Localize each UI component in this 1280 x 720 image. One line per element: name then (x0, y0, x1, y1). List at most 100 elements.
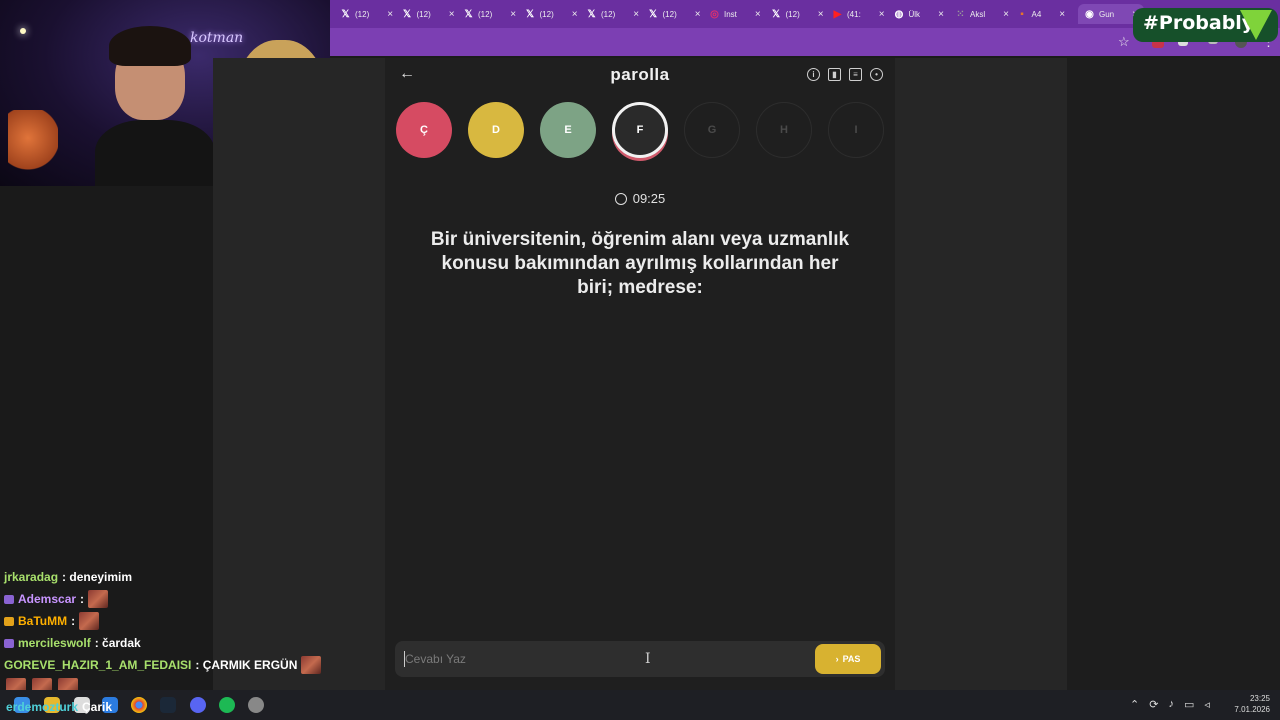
streamer (95, 20, 215, 186)
close-tab-icon[interactable]: × (633, 9, 639, 20)
browser-tab[interactable]: 𝕏 (12) × (463, 4, 516, 24)
browser-tab[interactable]: 𝕏 (12) × (525, 4, 578, 24)
settings-gear-icon[interactable] (248, 697, 264, 713)
ring-light (20, 28, 26, 34)
tab-label: (12) (662, 9, 677, 19)
chat-emote-icon (301, 656, 322, 674)
timer: 09:25 (385, 191, 895, 206)
close-tab-icon[interactable]: × (938, 9, 944, 20)
browser-tab[interactable]: ▪ A4 × (1017, 4, 1065, 24)
browser-tab[interactable]: 𝕏 (12) × (402, 4, 455, 24)
letter-pending: G (684, 102, 740, 158)
brand-text: #Probably (1143, 12, 1255, 34)
chat-username[interactable]: jrkaradag (4, 570, 58, 584)
browser-tab[interactable]: 𝕏 (12) × (586, 4, 639, 24)
sync-icon[interactable]: ⟳ (1149, 698, 1158, 711)
letter-pending: I (828, 102, 884, 158)
chat-badge-icon (4, 638, 14, 648)
tab-label: Gun (1099, 9, 1115, 19)
chat-username[interactable]: mercileswolf (18, 636, 91, 650)
x-logo-icon: 𝕏 (341, 8, 350, 20)
letter-current: F (612, 102, 668, 158)
microphone-icon[interactable]: ♪ (1168, 698, 1174, 711)
letter-pending: H (756, 102, 812, 158)
browser-tab[interactable]: ⁙ Aksl × (955, 4, 1009, 24)
close-tab-icon[interactable]: × (1003, 9, 1009, 20)
chat-message: jrkaradag : deneyimim (4, 566, 324, 588)
steam-icon[interactable] (160, 697, 176, 713)
game-header: ← parolla i ▮ ≡ • (385, 58, 895, 92)
close-tab-icon[interactable]: × (818, 9, 824, 20)
chat-badge-icon (4, 594, 14, 604)
clock-time: 23:25 (1249, 694, 1270, 703)
instagram-icon: ◎ (710, 8, 719, 20)
chat-emote-icon (79, 612, 100, 630)
page-margin-left-inner (330, 58, 385, 690)
x-logo-icon: 𝕏 (648, 8, 658, 20)
chat-message: BaTuMM: (4, 610, 324, 632)
chevron-up-icon[interactable]: ⌃ (1130, 698, 1139, 711)
spotify-icon[interactable] (219, 697, 235, 713)
chat-text: : čardak (94, 636, 141, 650)
volume-icon[interactable]: ◃ (1204, 698, 1210, 711)
answer-input[interactable] (405, 649, 805, 669)
clock[interactable]: 23:25 7.01.2026 (1234, 693, 1270, 715)
bookmark-star-icon[interactable]: ☆ (1118, 34, 1130, 50)
x-logo-icon: 𝕏 (525, 8, 535, 20)
info-icon[interactable]: i (807, 68, 820, 81)
question-text: Bir üniversitenin, öğrenim alanı veya uz… (430, 229, 850, 298)
chat-username[interactable]: Ademscar (18, 592, 76, 606)
right-background (1067, 58, 1280, 690)
browser-tab[interactable]: ◍ Ülk × (894, 4, 944, 24)
tab-label: A4 (1031, 9, 1042, 19)
profile-icon[interactable]: • (870, 68, 883, 81)
letter-correct: E (540, 102, 596, 158)
header-icons: i ▮ ≡ • (807, 68, 883, 81)
plush-toy (8, 110, 58, 180)
browser-tab[interactable]: ◎ Inst × (709, 4, 761, 24)
close-tab-icon[interactable]: × (1059, 9, 1065, 20)
browser-tab[interactable]: 𝕏 (12) × (340, 4, 393, 24)
timer-value: 09:25 (632, 191, 666, 206)
chat-text: : deneyimim (62, 570, 133, 584)
pass-label: PAS (842, 654, 861, 664)
stream-chat: jrkaradag : deneyimim Ademscar: BaTuMM: merc… (4, 566, 324, 698)
x-logo-icon: 𝕏 (771, 8, 781, 20)
taskbar: ⌃ ⟳ ♪ ▭ ◃ 23:25 7.01.2026 (0, 690, 1280, 720)
pass-button[interactable]: › PAS (815, 644, 881, 674)
close-tab-icon[interactable]: × (695, 9, 701, 20)
chrome-icon[interactable] (131, 697, 147, 713)
x-logo-icon: 𝕏 (587, 8, 596, 20)
close-tab-icon[interactable]: × (572, 9, 578, 20)
overlay-message: Çarik (82, 700, 113, 714)
brand-overlay: #Probably (1133, 8, 1278, 42)
clock-date: 7.01.2026 (1234, 705, 1270, 714)
letter-wrong: Ç (396, 102, 452, 158)
chat-text: : (80, 592, 85, 606)
discord-icon[interactable] (190, 697, 206, 713)
browser-tab[interactable]: ▶ (41: × (832, 4, 885, 24)
browser-tab[interactable]: 𝕏 (12) × (771, 4, 824, 24)
close-tab-icon[interactable]: × (387, 9, 393, 20)
stats-icon[interactable]: ▮ (828, 68, 841, 81)
tab-label: (12) (478, 9, 493, 19)
mouse-ibeam-cursor: I (645, 651, 651, 667)
answer-bar: I › PAS (395, 641, 885, 677)
display-icon[interactable]: ▭ (1184, 698, 1194, 711)
chat-username[interactable]: BaTuMM (18, 614, 67, 628)
chat-icon[interactable]: ≡ (849, 68, 862, 81)
parolla-game: ← parolla i ▮ ≡ • ÇDEFGHI 09:25 Bir üniv… (385, 58, 895, 690)
tab-label: (41: (847, 9, 861, 19)
overlay-username: erdemozturk (6, 700, 79, 714)
youtube-icon: ▶ (833, 8, 842, 20)
close-tab-icon[interactable]: × (755, 9, 761, 20)
browser-tab[interactable]: 𝕏 (12) × (648, 4, 701, 24)
close-tab-icon[interactable]: × (449, 9, 455, 20)
close-tab-icon[interactable]: × (879, 9, 885, 20)
x-logo-icon: 𝕏 (464, 8, 473, 20)
chat-username[interactable]: GOREVE_HAZIR_1_AM_FEDAISI (4, 658, 191, 672)
chat-text: : ÇARMIK ERGÜN (195, 658, 298, 672)
letter-pass: D (468, 102, 524, 158)
clock-icon (614, 193, 627, 205)
close-tab-icon[interactable]: × (510, 9, 516, 20)
